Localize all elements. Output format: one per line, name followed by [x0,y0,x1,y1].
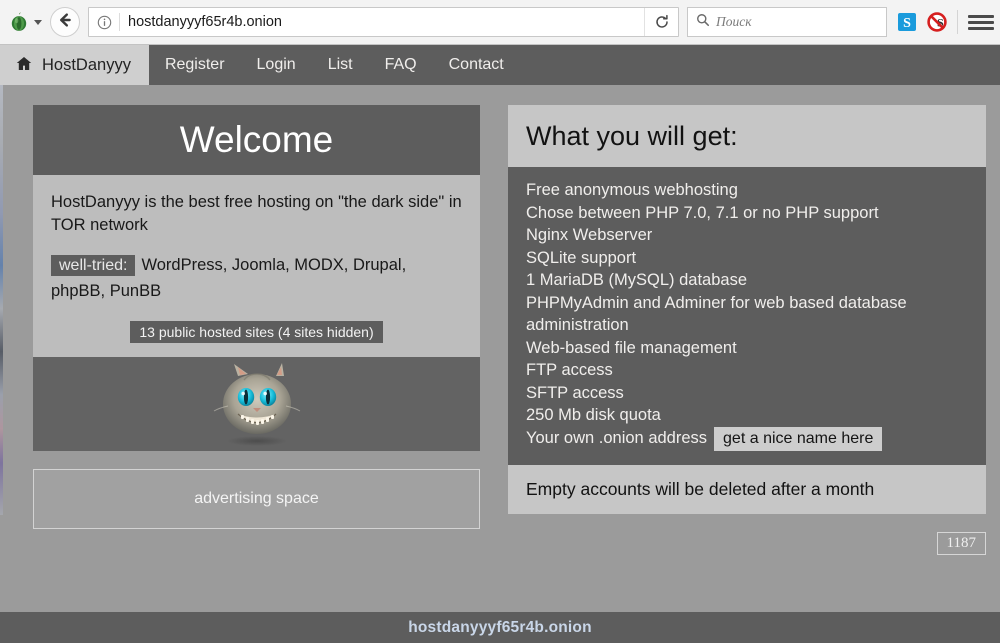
well-tried-label: well-tried: [51,255,135,276]
welcome-title: Welcome [33,105,480,175]
feature-item: Web-based file management [526,337,968,360]
feature-item: Free anonymous webhosting [526,179,968,202]
onion-address-label: Your own .onion address [526,429,707,447]
navbar-brand[interactable]: HostDanyyy [0,45,149,85]
site-navbar: HostDanyyy Register Login List FAQ Conta… [0,45,1000,85]
extensions-area: S S [887,10,968,34]
back-button[interactable] [50,7,80,37]
tor-browser-menu-button[interactable] [0,6,48,38]
features-footer-note: Empty accounts will be deleted after a m… [508,465,986,514]
search-icon [696,13,710,32]
features-panel: What you will get: Free anonymous webhos… [508,105,986,514]
nav-item-faq[interactable]: FAQ [369,45,433,85]
footer-onion-link[interactable]: hostdanyyyf65r4b.onion [408,619,592,637]
onion-icon [8,11,30,33]
nav-item-login[interactable]: Login [241,45,312,85]
feature-item: FTP access [526,359,968,382]
nav-item-register[interactable]: Register [149,45,241,85]
navbar-brand-label: HostDanyyy [42,56,131,75]
noscript-extension-icon[interactable]: S [927,12,947,32]
feature-item: Nginx Webserver [526,224,968,247]
welcome-body: HostDanyyy is the best free hosting on "… [33,175,480,357]
hamburger-menu-icon[interactable] [968,11,994,33]
page-content: Welcome HostDanyyy is the best free host… [0,85,1000,612]
cheshire-cat-image [33,357,480,451]
hosted-sites-badge[interactable]: 13 public hosted sites (4 sites hidden) [130,321,382,343]
welcome-panel: Welcome HostDanyyy is the best free host… [33,105,480,529]
svg-text:S: S [903,16,911,31]
welcome-intro-text: HostDanyyy is the best free hosting on "… [51,191,462,237]
search-bar[interactable]: Поиск [687,7,887,37]
left-edge-partial-panel [0,85,3,515]
search-input[interactable]: Поиск [716,14,752,30]
advertising-space[interactable]: advertising space [33,469,480,529]
info-circle-icon[interactable] [89,15,119,30]
navbar-links: Register Login List FAQ Contact [149,45,520,85]
features-list: Free anonymous webhosting Chose between … [526,179,968,451]
address-bar-url[interactable]: hostdanyyyf65r4b.onion [120,8,644,36]
address-bar[interactable]: hostdanyyyf65r4b.onion [88,7,679,37]
features-body: Free anonymous webhosting Chose between … [508,167,986,465]
feature-item: 1 MariaDB (MySQL) database [526,269,968,292]
get-nice-name-button[interactable]: get a nice name here [714,427,882,452]
skype-extension-icon[interactable]: S [897,12,917,32]
nav-item-list[interactable]: List [312,45,369,85]
visitor-counter: 1187 [937,532,986,555]
browser-toolbar: hostdanyyyf65r4b.onion Поиск S [0,0,1000,45]
hosted-sites-row: 13 public hosted sites (4 sites hidden) [51,321,462,343]
feature-item: Chose between PHP 7.0, 7.1 or no PHP sup… [526,202,968,225]
chevron-down-icon [34,20,42,25]
reload-button[interactable] [644,8,678,36]
back-arrow-icon [57,12,73,33]
well-tried-row: well-tried:WordPress, Joomla, MODX, Drup… [51,253,462,304]
features-title: What you will get: [508,105,986,167]
feature-item: 250 Mb disk quota [526,404,968,427]
feature-item: SFTP access [526,382,968,405]
toolbar-divider [957,10,958,34]
advertising-space-label: advertising space [194,490,319,508]
nav-item-contact[interactable]: Contact [433,45,520,85]
feature-item: SQLite support [526,247,968,270]
feature-item-onion-address: Your own .onion address get a nice name h… [526,427,968,452]
feature-item: PHPMyAdmin and Adminer for web based dat… [526,292,968,337]
site-footer: hostdanyyyf65r4b.onion [0,612,1000,643]
home-icon [16,56,32,75]
